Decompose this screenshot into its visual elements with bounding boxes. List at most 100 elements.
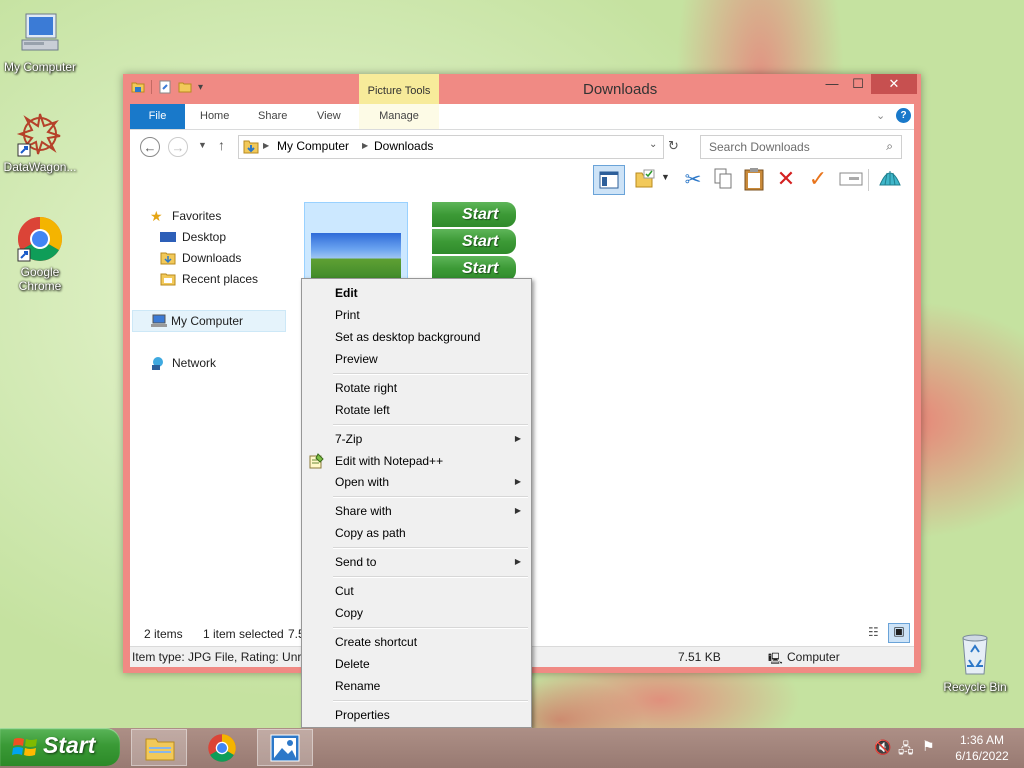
desktop-icon-recycle-bin[interactable]: Recycle Bin [935,630,1015,694]
menu-item-rename[interactable]: Rename [304,675,529,697]
toolbar: ▼ ✂ ✕ ✓ [130,164,914,196]
menu-label: Set as desktop background [335,330,481,344]
menu-item-rotate-left[interactable]: Rotate left [304,399,529,421]
cut-button[interactable]: ✂ [681,167,705,191]
clock[interactable]: 1:36 AM 6/16/2022 [952,732,1012,764]
selected-count: 1 item selected [203,627,284,641]
window-title: Downloads [583,81,658,98]
recycle-bin-icon [951,630,999,678]
search-input[interactable]: Search Downloads [709,140,810,154]
tab-home[interactable]: Home [188,104,241,129]
up-arrow-icon[interactable]: ↑ [218,137,225,153]
large-icons-view-icon[interactable]: ▣ [888,623,910,643]
checkmark-icon: ✓ [808,166,828,191]
desktop-icon-google-chrome[interactable]: Google Chrome [0,215,80,293]
menu-item-set-desktop-background[interactable]: Set as desktop background [304,326,529,348]
menu-item-properties[interactable]: Properties [304,704,529,726]
address-dropdown-chevron-icon[interactable]: ⌄ [649,139,657,150]
menu-item-share-with[interactable]: Share with ▶ [304,500,529,522]
submenu-arrow-icon: ▶ [514,506,521,515]
separator [868,169,869,191]
nav-label: Downloads [182,251,242,265]
network-icon[interactable]: 🖧 [898,738,914,762]
copy-button[interactable] [711,167,735,191]
clock-time: 1:36 AM [959,733,1005,747]
menu-item-preview[interactable]: Preview [304,348,529,370]
expand-ribbon-chevron-icon[interactable]: ⌄ [876,109,885,122]
menu-item-delete[interactable]: Delete [304,653,529,675]
rename-button[interactable]: ✓ [806,166,830,191]
new-folder-icon[interactable] [178,80,192,94]
computer-icon [16,10,64,58]
breadcrumb-separator-icon[interactable]: ▶ [263,141,269,150]
file-thumbnail[interactable]: Start Start Start [428,202,518,284]
tab-file[interactable]: File [130,104,185,129]
menu-item-open-with[interactable]: Open with ▶ [304,471,529,493]
nav-label: Favorites [172,209,222,223]
start-button[interactable]: Start [0,728,120,766]
location: Computer [787,650,840,664]
menu-item-copy-as-path[interactable]: Copy as path [304,522,529,544]
search-icon[interactable]: ⌕ [886,139,893,154]
preview-pane-button[interactable] [593,165,625,195]
recent-locations-chevron-icon[interactable]: ▼ [198,140,207,150]
chrome-icon [16,215,64,263]
maximize-button[interactable]: ☐ [845,74,871,94]
breadcrumb-my-computer[interactable]: My Computer [277,139,349,153]
help-icon[interactable]: ? [896,108,911,123]
delete-button[interactable]: ✕ [774,166,798,191]
breadcrumb-separator-icon[interactable]: ▶ [362,141,368,150]
taskbar-google-chrome[interactable] [194,729,250,766]
menu-item-print[interactable]: Print [304,304,529,326]
customize-qat-chevron-icon[interactable]: ▾ [198,82,203,93]
breadcrumb-downloads[interactable]: Downloads [374,139,433,153]
action-center-flag-icon[interactable]: ⚑ [922,738,935,755]
tab-view[interactable]: View [305,104,353,129]
details-view-icon[interactable]: ☷ [868,625,879,639]
datawagon-logo-icon [16,110,64,158]
refresh-icon[interactable]: ↻ [668,138,679,154]
minimize-button[interactable]: — [819,74,845,94]
desktop-icon-my-computer[interactable]: My Computer [0,10,80,74]
menu-separator [333,547,528,549]
folder-options-icon [635,169,655,188]
taskbar-photo-viewer[interactable] [257,729,313,766]
menu-item-edit[interactable]: Edit [304,282,529,304]
folder-icon[interactable] [131,80,145,94]
menu-separator [333,424,528,426]
shell-button[interactable] [878,167,902,191]
start-label: Start [43,732,96,758]
menu-label: Edit [335,286,358,300]
menu-label: Properties [335,708,390,722]
forward-button[interactable]: → [168,137,188,157]
menu-item-rotate-right[interactable]: Rotate right [304,377,529,399]
menu-item-7zip[interactable]: 7-Zip ▶ [304,428,529,450]
file-thumbnail-selected[interactable] [304,202,408,284]
nav-my-computer[interactable]: My Computer [132,310,286,332]
nav-label: Desktop [182,230,227,244]
menu-item-cut[interactable]: Cut [304,580,529,602]
menu-item-edit-with-notepad-plus-plus[interactable]: Edit with Notepad++ [304,450,529,472]
menu-label: Send to [335,555,377,569]
menu-item-send-to[interactable]: Send to ▶ [304,551,529,573]
paste-button[interactable] [742,167,766,191]
view-options-chevron-icon[interactable]: ▼ [661,172,670,182]
title-bar[interactable]: ▾ Picture Tools Downloads — ☐ ✕ [123,74,921,104]
back-button[interactable]: ← [140,137,160,157]
search-box[interactable]: Search Downloads ⌕ [700,135,902,159]
desktop-icon-datawagon[interactable]: DataWagon... [0,110,80,174]
tab-manage[interactable]: Manage [359,104,439,129]
submenu-arrow-icon: ▶ [514,557,521,566]
tab-share[interactable]: Share [246,104,299,129]
menu-item-copy[interactable]: Copy [304,602,529,624]
volume-muted-icon[interactable]: 🔇 [874,739,891,756]
menu-label: Rotate right [335,381,398,395]
close-button[interactable]: ✕ [871,74,917,94]
select-button[interactable] [839,167,863,191]
menu-item-create-shortcut[interactable]: Create shortcut [304,631,529,653]
view-options-button[interactable] [634,167,658,191]
properties-icon[interactable] [158,80,172,94]
network-icon [152,357,163,370]
taskbar-file-explorer[interactable] [131,729,187,766]
address-bar[interactable]: ▶ My Computer ▶ Downloads ⌄ [238,135,664,159]
